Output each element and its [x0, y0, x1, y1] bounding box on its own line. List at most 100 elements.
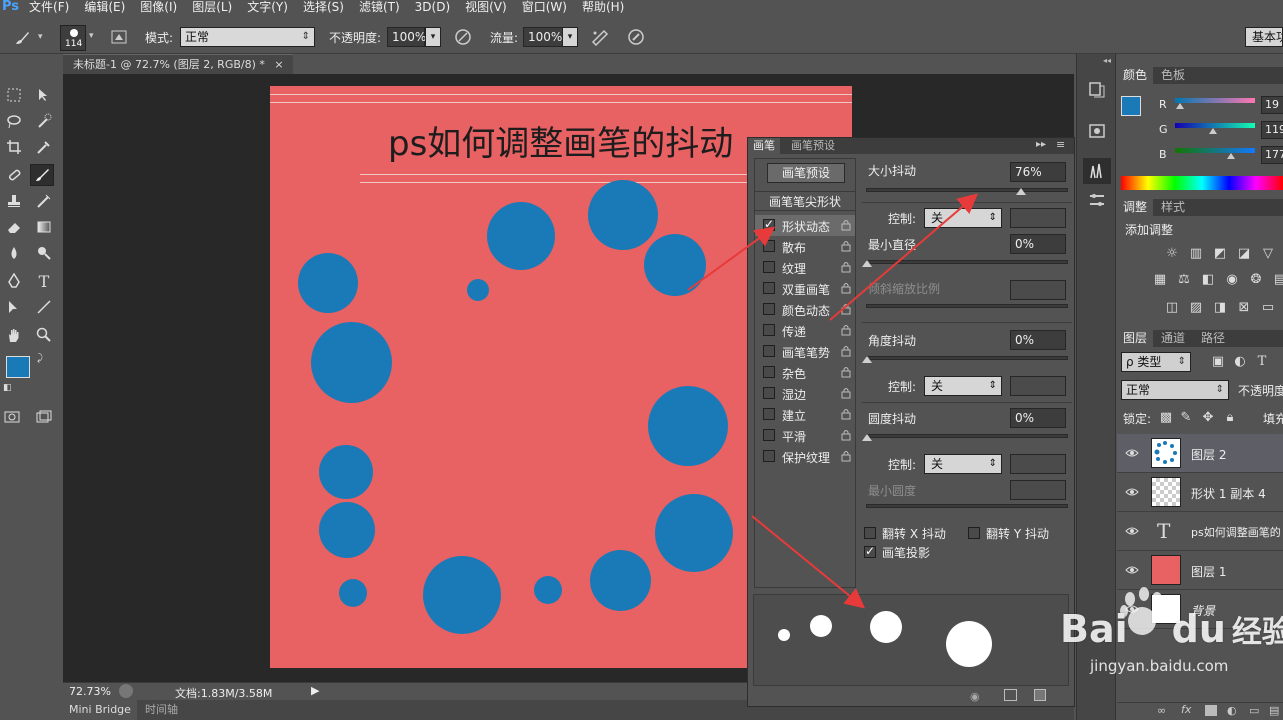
hue-saturation-icon[interactable]: ▦ — [1151, 272, 1169, 288]
airbrush-icon[interactable] — [590, 27, 610, 47]
dual-brush-checkbox[interactable] — [763, 282, 775, 294]
color-fg-swatch[interactable] — [1121, 96, 1141, 116]
transfer-checkbox[interactable] — [763, 324, 775, 336]
green-value[interactable]: 119 — [1261, 121, 1283, 139]
swap-colors-icon[interactable]: ⤸ — [37, 353, 43, 364]
tab-brush-presets[interactable]: 画笔预设 — [786, 138, 840, 154]
roundness-control-select[interactable]: 关 ⇕ — [924, 454, 1002, 474]
menu-select[interactable]: 选择(S) — [303, 0, 344, 14]
tab-brush[interactable]: 画笔 — [748, 138, 780, 154]
angle-control-select[interactable]: 关 ⇕ — [924, 376, 1002, 396]
texture-checkbox[interactable] — [763, 261, 775, 273]
layer-row[interactable]: 形状 1 副本 4 — [1117, 473, 1283, 512]
size-jitter-input[interactable]: 76% — [1010, 162, 1066, 182]
clone-stamp-tool-icon[interactable] — [2, 190, 26, 212]
history-panel-icon[interactable] — [1087, 80, 1107, 100]
red-slider[interactable] — [1175, 98, 1255, 103]
blue-slider[interactable] — [1175, 148, 1255, 153]
brush-item-protect-texture[interactable]: 保护纹理 — [755, 446, 855, 467]
grid-icon[interactable] — [1004, 689, 1017, 701]
tool-preset-arrow[interactable]: ▾ — [38, 32, 43, 42]
lock-icon[interactable] — [841, 282, 851, 294]
status-menu-arrow-icon[interactable]: ▶ — [311, 684, 319, 697]
zoom-tool-icon[interactable] — [32, 324, 56, 346]
angle-jitter-slider[interactable] — [862, 356, 1068, 363]
black-white-icon[interactable]: ◧ — [1199, 272, 1217, 288]
exposure-icon[interactable]: ◪ — [1235, 246, 1253, 262]
min-diameter-slider[interactable] — [862, 260, 1068, 267]
brush-item-build-up[interactable]: 建立 — [755, 404, 855, 425]
lock-icon[interactable] — [841, 303, 851, 315]
lock-icon[interactable] — [841, 219, 851, 231]
roundness-jitter-slider[interactable] — [862, 434, 1068, 441]
brush-item-dual-brush[interactable]: 双重画笔 — [755, 278, 855, 299]
document-tab[interactable]: 未标题-1 @ 72.7% (图层 2, RGB/8) * × — [63, 54, 293, 74]
size-jitter-slider-thumb[interactable] — [1015, 188, 1026, 195]
gradient-tool-icon[interactable] — [32, 216, 56, 238]
healing-brush-tool-icon[interactable] — [2, 164, 26, 186]
flip-y-checkbox[interactable] — [968, 527, 980, 539]
path-select-tool-icon[interactable] — [2, 296, 26, 318]
filter-pixel-icon[interactable]: ▣ — [1209, 354, 1227, 370]
tab-channels[interactable]: 通道 — [1155, 330, 1191, 347]
levels-icon[interactable]: ▥ — [1187, 246, 1205, 262]
adjustment-layer-icon[interactable]: ◐ — [1227, 704, 1237, 717]
gradient-map-icon[interactable]: ▭ — [1259, 300, 1277, 316]
close-tab-icon[interactable]: × — [274, 58, 283, 71]
brush-preset-picker[interactable]: 114 — [60, 25, 86, 51]
quick-mask-icon[interactable] — [0, 406, 24, 428]
tab-timeline[interactable]: 时间轴 — [139, 700, 184, 720]
flip-x-checkbox[interactable] — [864, 527, 876, 539]
build-up-checkbox[interactable] — [763, 408, 775, 420]
filter-type-icon[interactable]: T — [1253, 354, 1271, 370]
brush-item-wet-edges[interactable]: 湿边 — [755, 383, 855, 404]
menu-type[interactable]: 文字(Y) — [247, 0, 288, 14]
blend-mode-select[interactable]: 正常 ⇕ — [1121, 380, 1229, 400]
lock-icon[interactable] — [841, 366, 851, 378]
marquee-tool-icon[interactable] — [2, 84, 26, 106]
lock-all-icon[interactable]: 🔒︎ — [1221, 410, 1239, 426]
collapse-panel-icon[interactable]: ▸▸ — [1036, 139, 1046, 150]
foreground-color-swatch[interactable] — [6, 356, 30, 378]
brush-item-shape-dynamics[interactable]: 形状动态 — [755, 215, 855, 236]
lock-icon[interactable] — [841, 324, 851, 336]
crop-tool-icon[interactable] — [2, 136, 26, 158]
default-colors-icon[interactable]: ◧ — [3, 383, 12, 393]
red-slider-thumb[interactable] — [1176, 103, 1184, 109]
lock-position-icon[interactable]: ✥ — [1199, 410, 1217, 426]
opacity-input[interactable]: 100% — [387, 27, 426, 47]
wet-edges-checkbox[interactable] — [763, 387, 775, 399]
lock-icon[interactable] — [841, 261, 851, 273]
new-layer-icon[interactable]: ▤ — [1269, 704, 1279, 717]
tab-mini-bridge[interactable]: Mini Bridge — [63, 700, 137, 720]
blue-value[interactable]: 177 — [1261, 146, 1283, 164]
protect-texture-checkbox[interactable] — [763, 450, 775, 462]
blue-slider-thumb[interactable] — [1227, 153, 1235, 159]
lock-pixels-icon[interactable]: ✎ — [1177, 410, 1195, 426]
eye-icon[interactable] — [1125, 486, 1139, 498]
tab-paths[interactable]: 路径 — [1195, 330, 1231, 347]
menu-help[interactable]: 帮助(H) — [582, 0, 624, 14]
red-value[interactable]: 19 — [1261, 96, 1283, 114]
brush-panel-dock-icon[interactable] — [1083, 158, 1111, 184]
angle-jitter-slider-thumb[interactable] — [862, 356, 872, 363]
size-jitter-slider[interactable] — [866, 188, 1068, 195]
hand-tool-icon[interactable] — [2, 324, 26, 346]
eye-icon[interactable] — [1125, 564, 1139, 576]
lock-icon[interactable] — [841, 387, 851, 399]
opacity-dropdown-button[interactable]: ▾ — [425, 27, 441, 47]
lock-icon[interactable] — [841, 429, 851, 441]
brush-tool-icon[interactable] — [12, 28, 32, 48]
noise-checkbox[interactable] — [763, 366, 775, 378]
menu-file[interactable]: 文件(F) — [29, 0, 69, 14]
selective-color-icon[interactable]: ⊠ — [1235, 300, 1253, 316]
move-tool-icon[interactable] — [32, 84, 56, 106]
toggle-brush-panel-icon[interactable] — [110, 28, 128, 46]
brush-item-brush-pose[interactable]: 画笔笔势 — [755, 341, 855, 362]
lock-transparent-icon[interactable]: ▩ — [1157, 410, 1175, 426]
flow-dropdown-button[interactable]: ▾ — [562, 27, 578, 47]
color-spectrum-bar[interactable] — [1121, 176, 1283, 190]
eraser-tool-icon[interactable] — [2, 216, 26, 238]
brightness-icon[interactable]: ☼ — [1163, 246, 1181, 262]
threshold-icon[interactable]: ◨ — [1211, 300, 1229, 316]
